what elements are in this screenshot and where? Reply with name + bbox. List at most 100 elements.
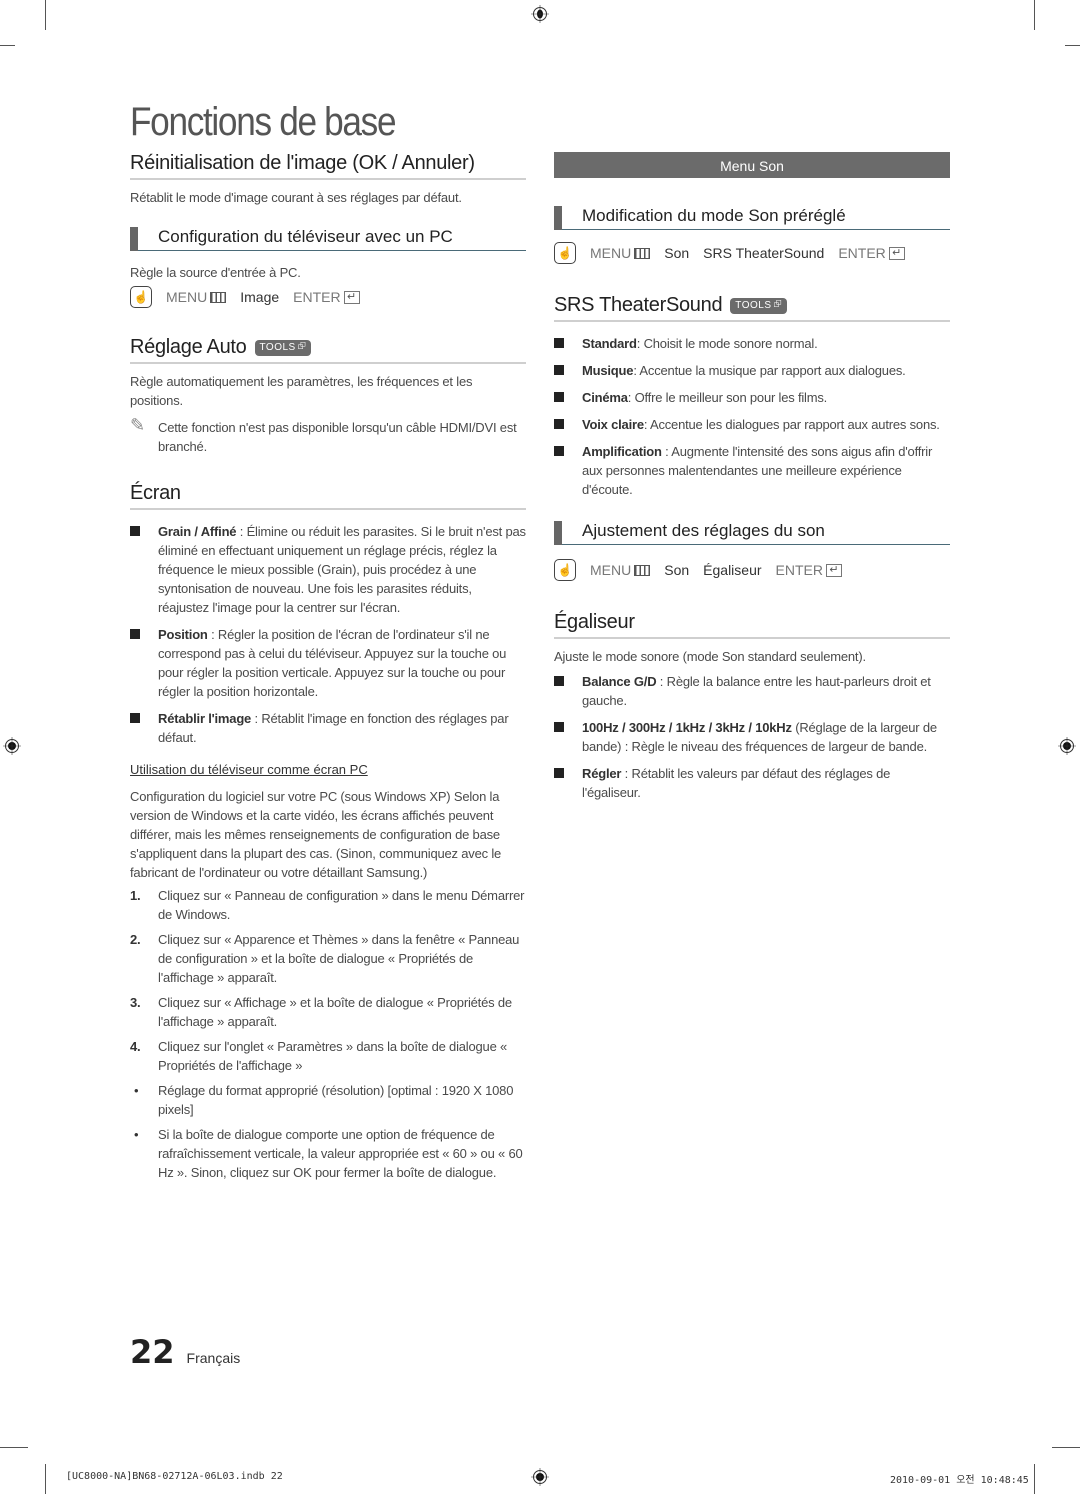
bullet-dot-icon: •: [134, 1083, 139, 1098]
list-item: Position : Régler la position de l'écran…: [130, 625, 526, 701]
list-item: Voix claire: Accentue les dialogues par …: [554, 415, 950, 434]
section-heading-reset: Réinitialisation de l'image (OK / Annule…: [130, 152, 526, 180]
bullet-square-icon: [130, 526, 140, 536]
step-number: 4.: [130, 1039, 141, 1054]
crop-mark: [1034, 0, 1035, 30]
bullet-text: Réglage du format approprié (résolution)…: [158, 1083, 514, 1117]
tools-badge-label: TOOLS: [735, 300, 772, 311]
print-slug-timestamp: 2010-09-01 오전 10:48:45: [890, 1475, 1029, 1486]
bullet-square-icon: [554, 676, 564, 686]
menu-path-adjust: ☝ MENU Son Égaliseur ENTER ↵: [554, 557, 950, 583]
bullet-square-icon: [554, 365, 564, 375]
item-term: Musique: [582, 363, 634, 378]
step-text: Cliquez sur « Apparence et Thèmes » dans…: [158, 932, 520, 985]
item-text: : Régler la position de l'écran de l'ord…: [158, 627, 507, 699]
item-text: : Choisit le mode sonore normal.: [636, 336, 818, 351]
pc-use-bullets: • Réglage du format approprié (résolution…: [130, 1081, 526, 1182]
menu-step: Son: [664, 245, 690, 261]
hand-pointer-icon: ☝: [554, 559, 576, 581]
crop-mark: [1034, 1464, 1035, 1494]
step-text: Cliquez sur l'onglet « Paramètres » dans…: [158, 1039, 508, 1073]
list-item: 4. Cliquez sur l'onglet « Paramètres » da…: [130, 1037, 526, 1075]
section-title: SRS TheaterSound: [554, 294, 723, 316]
item-term: Cinéma: [582, 390, 628, 405]
eq-description: Ajuste le mode sonore (mode Son standard…: [554, 649, 866, 664]
item-term: Balance G/D: [582, 674, 657, 689]
enter-key-label: ENTER: [838, 245, 886, 261]
subsection-title: Modification du mode Son préréglé: [582, 206, 846, 225]
registration-mark-icon: [531, 1468, 549, 1486]
list-item: • Réglage du format approprié (résolution…: [130, 1081, 526, 1119]
enter-key: ENTER ↵: [838, 245, 905, 261]
menu-key-label: MENU: [590, 245, 632, 261]
bullet-dot-icon: •: [134, 1127, 139, 1142]
enter-key-label: ENTER: [775, 562, 823, 578]
tools-badge: TOOLS ⮺: [730, 297, 788, 314]
bullet-text: Si la boîte de dialogue comporte une opt…: [158, 1127, 523, 1180]
list-item: Rétablir l'image : Rétablit l'image en f…: [130, 709, 526, 747]
registration-mark-icon: [1058, 737, 1076, 755]
menu-key-label: MENU: [166, 289, 208, 305]
pc-config-description: Règle la source d'entrée à PC.: [130, 265, 301, 280]
menu-icon: [210, 291, 227, 303]
crop-mark: [1065, 45, 1080, 46]
subsection-title: Configuration du téléviseur avec un PC: [158, 227, 453, 246]
crop-mark: [45, 0, 46, 30]
page-title: Fonctions de base: [130, 100, 397, 144]
bullet-square-icon: [554, 392, 564, 402]
section-heading-eq: Égaliseur: [554, 611, 950, 639]
subsection-heading-preset: Modification du mode Son préréglé: [554, 206, 950, 230]
subsection-heading-adjust: Ajustement des réglages du son: [554, 521, 950, 545]
list-item: Balance G/D : Règle la balance entre les…: [554, 672, 950, 710]
page-footer: 22 Français: [130, 1333, 240, 1371]
item-term: Amplification: [582, 444, 662, 459]
section-title: Égaliseur: [554, 611, 635, 633]
section-title: Écran: [130, 482, 181, 504]
list-item: • Si la boîte de dialogue comporte une op…: [130, 1125, 526, 1182]
section-heading-ecran: Écran: [130, 482, 526, 510]
list-item: Amplification : Augmente l'intensité des…: [554, 442, 950, 499]
item-text: : Rétablit les valeurs par défaut des ré…: [582, 766, 891, 800]
hand-pointer-icon: ☝: [130, 286, 152, 308]
list-item: Cinéma: Offre le meilleur son pour les f…: [554, 388, 950, 407]
enter-key: ENTER ↵: [293, 289, 360, 305]
crop-mark: [0, 1447, 28, 1448]
bullet-square-icon: [554, 722, 564, 732]
left-column: Réinitialisation de l'image (OK / Annule…: [130, 152, 526, 1188]
bullet-square-icon: [554, 338, 564, 348]
registration-mark-icon: [531, 5, 549, 23]
menu-key-label: MENU: [590, 562, 632, 578]
list-item: 3. Cliquez sur « Affichage » et la boîte …: [130, 993, 526, 1031]
menu-key: MENU: [590, 245, 651, 261]
enter-key: ENTER ↵: [776, 562, 842, 578]
section-heading-auto: Réglage Auto TOOLS ⮺: [130, 336, 526, 364]
crop-mark: [45, 1464, 46, 1494]
step-number: 1.: [130, 888, 141, 903]
step-text: Cliquez sur « Affichage » et la boîte de…: [158, 995, 512, 1029]
section-title: Réinitialisation de l'image (OK / Annule…: [130, 152, 475, 174]
item-term: Standard: [582, 336, 637, 351]
pc-use-subtitle: Utilisation du téléviseur comme écran PC: [130, 762, 368, 777]
menu-icon: [634, 247, 651, 259]
menu-step: Égaliseur: [703, 562, 762, 578]
pc-use-steps: 1. Cliquez sur « Panneau de configuration…: [130, 886, 526, 1075]
subsection-title: Ajustement des réglages du son: [582, 521, 825, 540]
page-language: Français: [186, 1350, 241, 1366]
menu-key: MENU: [166, 289, 227, 305]
bullet-square-icon: [130, 713, 140, 723]
pc-use-subtitle-wrap: Utilisation du téléviseur comme écran PC: [130, 761, 526, 779]
menu-son-bar: Menu Son: [554, 152, 950, 178]
hand-pointer-icon: ☝: [554, 242, 576, 264]
item-term: Rétablir l'image: [158, 711, 252, 726]
subsection-heading-pc-config: Configuration du téléviseur avec un PC: [130, 227, 526, 251]
pc-use-intro: Configuration du logiciel sur votre PC (…: [130, 789, 502, 880]
reset-description: Rétablit le mode d'image courant à ses r…: [130, 190, 462, 205]
note-text: Cette fonction n'est pas disponible lors…: [158, 420, 517, 454]
menu-path-pc-config: ☝ MENU Image ENTER ↵: [130, 284, 526, 310]
step-number: 3.: [130, 995, 141, 1010]
page-number: 22: [130, 1333, 175, 1371]
item-text: : Offre le meilleur son pour les films.: [627, 390, 828, 405]
tools-badge-label: TOOLS: [259, 342, 296, 353]
section-heading-srs: SRS TheaterSound TOOLS ⮺: [554, 294, 950, 322]
menu-step: Image: [240, 289, 280, 305]
